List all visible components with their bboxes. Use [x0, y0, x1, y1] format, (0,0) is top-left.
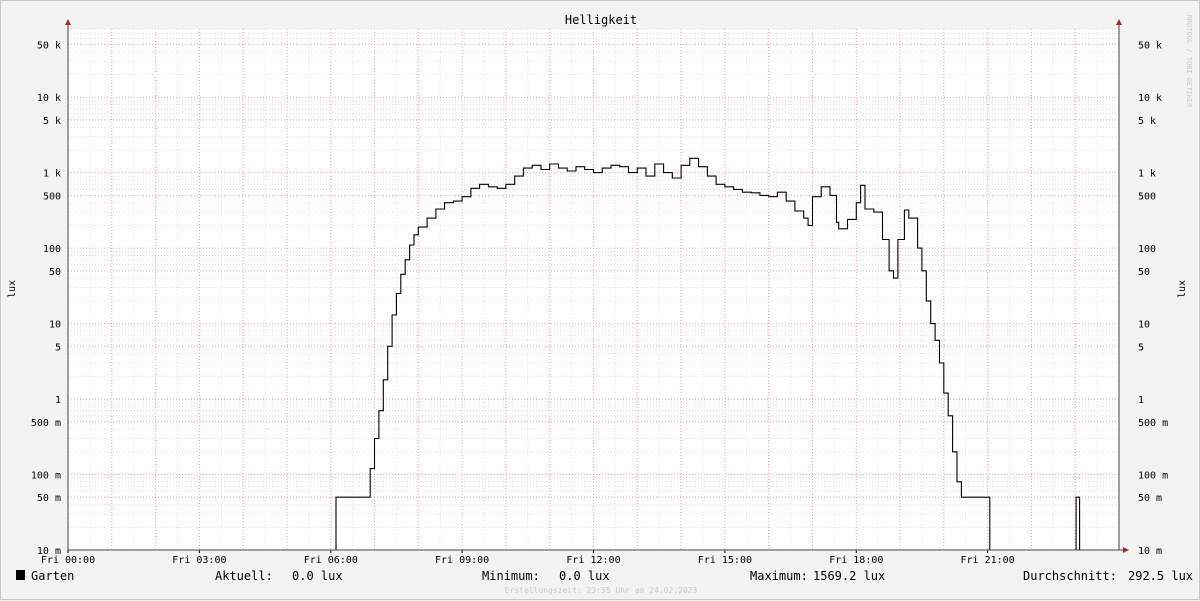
y-tick-label-left: 10 k [37, 93, 61, 104]
y-tick-label-right: 50 [1138, 267, 1150, 278]
rrdtool-credit: RRDTOOL / TOBI OETIKER [1185, 15, 1193, 109]
current-value: 0.0 lux [292, 569, 343, 583]
y-tick-label-right: 50 m [1138, 493, 1162, 504]
y-tick-label-right: 10 [1138, 320, 1150, 331]
y-tick-label-right: 10 m [1138, 546, 1162, 557]
y-tick-label-right: 1 [1138, 395, 1144, 406]
legend-label: Garten [31, 569, 74, 583]
y-tick-label-left: 50 m [37, 493, 61, 504]
x-axis-arrow [1123, 547, 1129, 553]
brightness-chart: 50 k 50 k10 k 10 k5 k5 k1 k1 k500 500100 100… [7, 13, 1193, 595]
average-label: Durchschnitt: [1023, 569, 1117, 583]
minimum-value: 0.0 lux [559, 569, 610, 583]
y-tick-label-left: 50 k [37, 40, 61, 51]
graph-frame: 50 k 50 k 10 k 10 k5 k5 k1 k1 k 500 500 100 100… [0, 0, 1200, 600]
x-tick-label: Fri 21:00 [961, 555, 1015, 566]
x-tick-label: Fri 09:00 [435, 555, 489, 566]
y-tick-label-right: 500 m [1138, 418, 1168, 429]
y-tick-label-right: 5 [1138, 342, 1144, 353]
x-tick-label: Fri 03:00 [172, 555, 226, 566]
x-tick-label: Fri 18:00 [829, 555, 883, 566]
legend-swatch [16, 570, 25, 580]
chart-title: Helligkeit [565, 13, 637, 27]
y-tick-label-left: 5 k [43, 116, 61, 127]
y-axis-label-left: lux [7, 280, 18, 298]
y-axis-label-right: lux [1177, 280, 1188, 298]
x-tick-label: Fri 06:00 [304, 555, 358, 566]
y-tick-label-right: 50 k [1138, 40, 1162, 51]
y-tick-label-left: 500 [43, 191, 61, 202]
y-axis-arrow-left [65, 19, 71, 25]
y-tick-label-left: 1 k [43, 169, 61, 180]
x-tick-label: Fri 12:00 [566, 555, 620, 566]
y-tick-label-right: 100 m [1138, 471, 1168, 482]
minimum-label: Minimum: [482, 569, 540, 583]
current-label: Aktuell: [215, 569, 273, 583]
y-axis-arrow-right [1116, 19, 1122, 25]
y-tick-label-right: 500 [1138, 191, 1156, 202]
creation-timestamp: Erstellungszeit: 23:55 Uhr am 24.02.2023 [505, 586, 698, 595]
y-tick-label-right: 100 [1138, 244, 1156, 255]
y-tick-label-left: 10 [49, 320, 61, 331]
y-tick-label-left: 500 m [31, 418, 61, 429]
y-tick-label-left: 100 m [31, 471, 61, 482]
y-tick-label-right: 10 k [1138, 93, 1162, 104]
y-tick-label-left: 50 [49, 267, 61, 278]
average-value: 292.5 lux [1128, 569, 1193, 583]
y-tick-label-left: 1 [55, 395, 61, 406]
y-tick-label-right: 5 k [1138, 116, 1156, 127]
x-tick-label: Fri 15:00 [698, 555, 752, 566]
y-tick-label-left: 100 [43, 244, 61, 255]
y-tick-label-left: 5 [55, 342, 61, 353]
maximum-value: 1569.2 lux [813, 569, 885, 583]
x-tick-label: Fri 00:00 [41, 555, 95, 566]
y-tick-label-right: 1 k [1138, 169, 1156, 180]
maximum-label: Maximum: [750, 569, 808, 583]
